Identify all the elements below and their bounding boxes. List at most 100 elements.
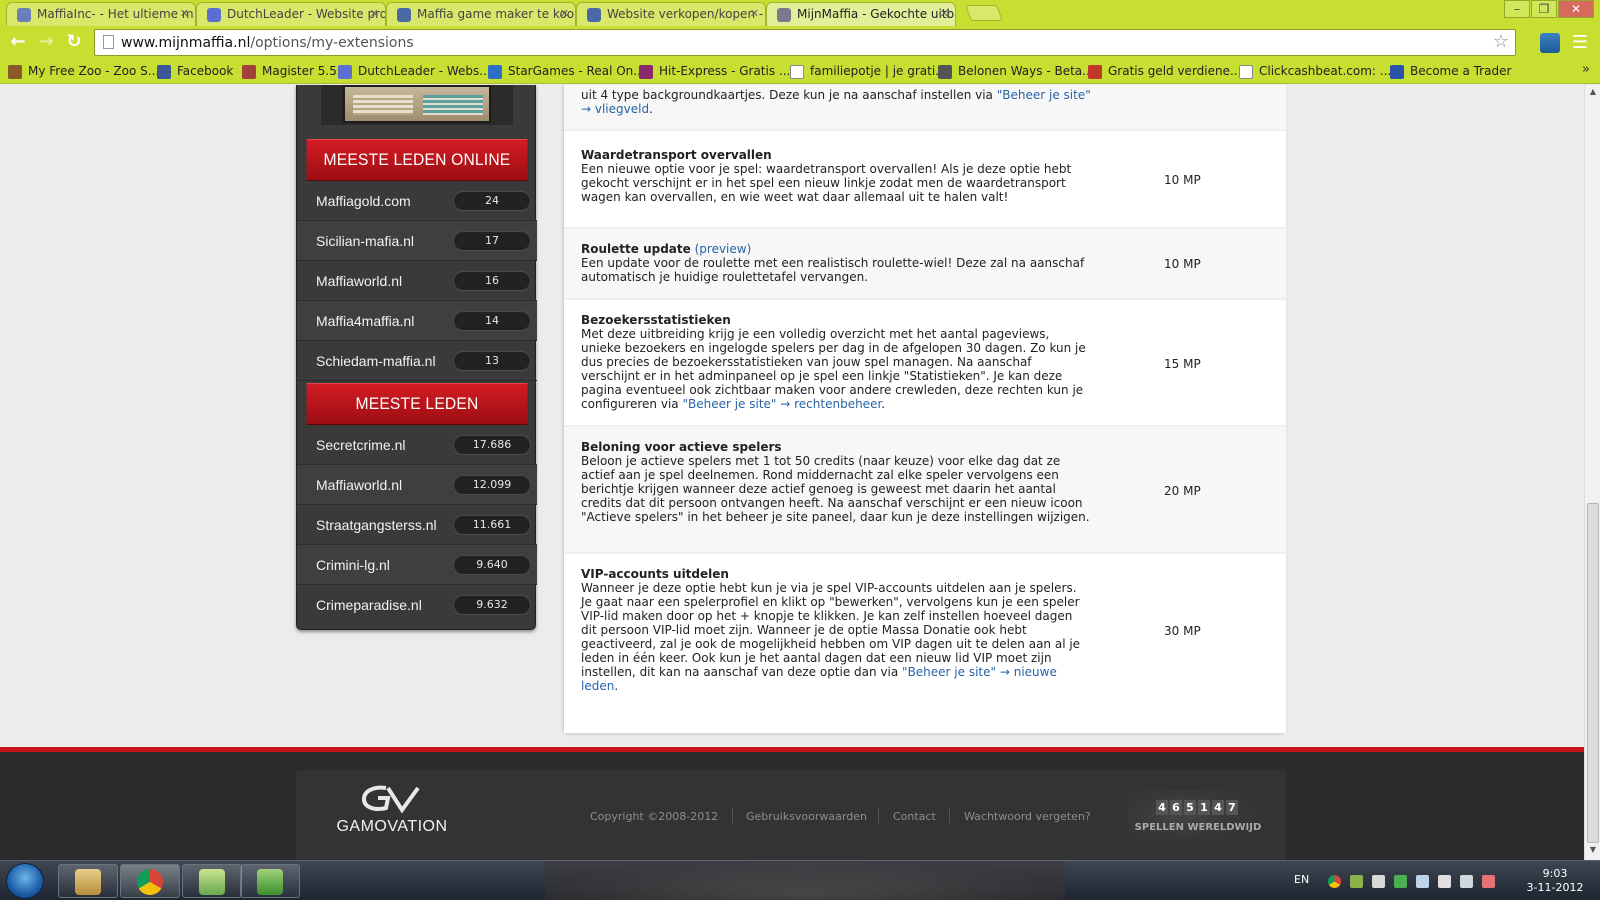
count-badge: 17 (453, 231, 531, 251)
bookmark-item[interactable]: Belonen Ways - Beta... (938, 64, 1094, 79)
bookmark-item[interactable]: StarGames - Real On... (488, 64, 645, 79)
scroll-down-icon[interactable]: ▼ (1585, 845, 1600, 859)
scrollbar-thumb[interactable] (1587, 503, 1599, 843)
page-icon (790, 65, 804, 79)
security-icon[interactable] (1394, 875, 1407, 888)
forward-arrow-icon[interactable]: → (34, 32, 58, 54)
browser-tab[interactable]: Maffia game maker te koo ✕ (386, 2, 576, 26)
printer-icon[interactable] (1350, 875, 1363, 888)
bookmark-item[interactable]: Become a Trader (1390, 64, 1511, 79)
contact-link[interactable]: Contact (893, 810, 936, 823)
count-badge: 11.661 (453, 515, 531, 535)
clock-date: 3-11-2012 (1526, 881, 1584, 894)
desktop-wallpaper-peek (545, 861, 1065, 900)
preview-link[interactable]: (preview) (695, 242, 752, 256)
games-counter: 4 6 5 1 4 7 SPELLEN WERELDWIJD (1128, 790, 1268, 850)
copyright-text: Copyright ©2008-2012 (590, 810, 719, 823)
list-item[interactable]: Crimeparadise.nl 9.632 (297, 585, 537, 625)
list-item: Beloning voor actieve spelers Beloon je … (564, 427, 1286, 554)
tab-close-icon[interactable]: ✕ (940, 7, 949, 20)
volume-muted-icon[interactable] (1482, 875, 1495, 888)
site-name: Crimini-lg.nl (316, 557, 390, 573)
page-viewport: MEESTE LEDEN ONLINE Maffiagold.com 24 Sic… (0, 85, 1584, 860)
browser-tab-active[interactable]: MijnMaffia - Gekochte uitb ✕ (766, 2, 956, 27)
new-tab-button[interactable] (965, 5, 1003, 21)
browser-tab[interactable]: MaffiaInc- - Het ultieme m ✕ (6, 2, 196, 26)
bookmark-item[interactable]: familiepotje | je grati... (790, 64, 947, 79)
counter-digit: 7 (1226, 800, 1238, 815)
taskbar-app-chrome[interactable] (120, 864, 180, 898)
gamovation-logo[interactable]: GAMOVATION (332, 784, 452, 844)
site-name: Sicilian-mafia.nl (316, 233, 415, 249)
extension-price: 30 MP (1164, 624, 1201, 638)
page-scrollbar[interactable]: ▲ ▼ (1584, 85, 1600, 860)
bookmark-item[interactable]: Facebook (157, 64, 233, 79)
page-icon (1239, 65, 1253, 79)
bookmark-item[interactable]: Gratis geld verdiene... (1088, 64, 1241, 79)
display-icon[interactable] (1416, 875, 1429, 888)
list-item[interactable]: Sicilian-mafia.nl 17 (297, 221, 537, 261)
list-item[interactable]: Secretcrime.nl 17.686 (297, 425, 537, 465)
bookmark-label: Belonen Ways - Beta... (958, 64, 1094, 78)
list-item[interactable]: Maffiagold.com 24 (297, 181, 537, 221)
terms-link[interactable]: Gebruiksvoorwaarden (746, 810, 867, 823)
list-item[interactable]: Maffiaworld.nl 16 (297, 261, 537, 301)
chrome-tray-icon[interactable] (1328, 875, 1341, 888)
power-icon[interactable] (1438, 875, 1451, 888)
counter-digit: 6 (1170, 800, 1182, 815)
list-item[interactable]: Crimini-lg.nl 9.640 (297, 545, 537, 585)
address-bar[interactable]: www.mijnmaffia.nl/options/my-extensions … (94, 29, 1516, 56)
more-bookmarks-icon[interactable]: » (1582, 62, 1590, 77)
list-item[interactable]: Maffiaworld.nl 12.099 (297, 465, 537, 505)
flag-icon[interactable] (1372, 875, 1385, 888)
bookmark-item[interactable]: Clickcashbeat.com: ... (1239, 64, 1391, 79)
taskbar-app-messenger[interactable] (240, 864, 300, 898)
brand-name: GAMOVATION (336, 818, 448, 835)
beheer-link[interactable]: "Beheer je site" → rechtenbeheer (682, 397, 881, 411)
tab-close-icon[interactable]: ✕ (560, 7, 569, 20)
scroll-up-icon[interactable]: ▲ (1585, 87, 1600, 101)
list-item[interactable]: Maffia4maffia.nl 14 (297, 301, 537, 341)
extension-description: Beloning voor actieve spelers Beloon je … (581, 440, 1091, 524)
bookmark-item[interactable]: Magister 5.5 (242, 64, 337, 79)
bookmark-star-icon[interactable]: ☆ (1493, 31, 1509, 52)
browser-tab[interactable]: DutchLeader - Website pro ✕ (196, 2, 386, 26)
extension-price: 20 MP (1164, 484, 1201, 498)
game-screenshot-thumbnail[interactable] (321, 85, 513, 125)
minimize-icon[interactable]: – (1504, 0, 1530, 18)
extension-description: Roulette update (preview) Een update voo… (581, 242, 1091, 284)
start-button[interactable] (6, 863, 44, 899)
tab-close-icon[interactable]: ✕ (750, 7, 759, 20)
list-item[interactable]: Straatgangsterss.nl 11.661 (297, 505, 537, 545)
folder-icon (75, 869, 101, 895)
list-item[interactable]: Schiedam-maffia.nl 13 (297, 341, 537, 381)
extension-price: 10 MP (1164, 257, 1201, 271)
bookmark-item[interactable]: DutchLeader - Webs... (338, 64, 491, 79)
tab-title: DutchLeader - Website pro (227, 7, 386, 21)
back-arrow-icon[interactable]: ← (6, 32, 30, 54)
browser-tab[interactable]: Website verkopen/kopen - ✕ (576, 2, 766, 26)
belonen-icon (938, 65, 952, 79)
reload-icon[interactable]: ↻ (62, 32, 86, 54)
menu-icon[interactable]: ☰ (1570, 33, 1590, 53)
bookmark-label: Magister 5.5 (262, 64, 337, 78)
network-signal-icon[interactable] (1460, 875, 1473, 888)
forgot-password-link[interactable]: Wachtwoord vergeten? (964, 810, 1091, 823)
taskbar-app-explorer[interactable] (58, 864, 118, 898)
extension-description: VIP-accounts uitdelen Wanneer je deze op… (581, 567, 1091, 693)
tab-close-icon[interactable]: ✕ (370, 7, 379, 20)
extension-chart-icon[interactable] (1540, 33, 1560, 53)
bookmark-label: DutchLeader - Webs... (358, 64, 491, 78)
footer-divider (732, 808, 733, 823)
bookmark-item[interactable]: Hit-Express - Gratis ... (639, 64, 790, 79)
taskbar-app-money[interactable] (182, 864, 242, 898)
sidebar-widget: MEESTE LEDEN ONLINE Maffiagold.com 24 Sic… (296, 85, 537, 630)
tab-title: MijnMaffia - Gekochte uitb (797, 7, 955, 21)
close-window-icon[interactable]: ✕ (1558, 0, 1594, 18)
tab-close-icon[interactable]: ✕ (180, 7, 189, 20)
bookmark-item[interactable]: My Free Zoo - Zoo S... (8, 64, 160, 79)
bookmark-label: My Free Zoo - Zoo S... (28, 64, 160, 78)
taskbar-clock[interactable]: 9:03 3-11-2012 (1520, 867, 1590, 895)
maximize-icon[interactable]: ❐ (1531, 0, 1557, 18)
language-indicator[interactable]: EN (1294, 873, 1309, 886)
